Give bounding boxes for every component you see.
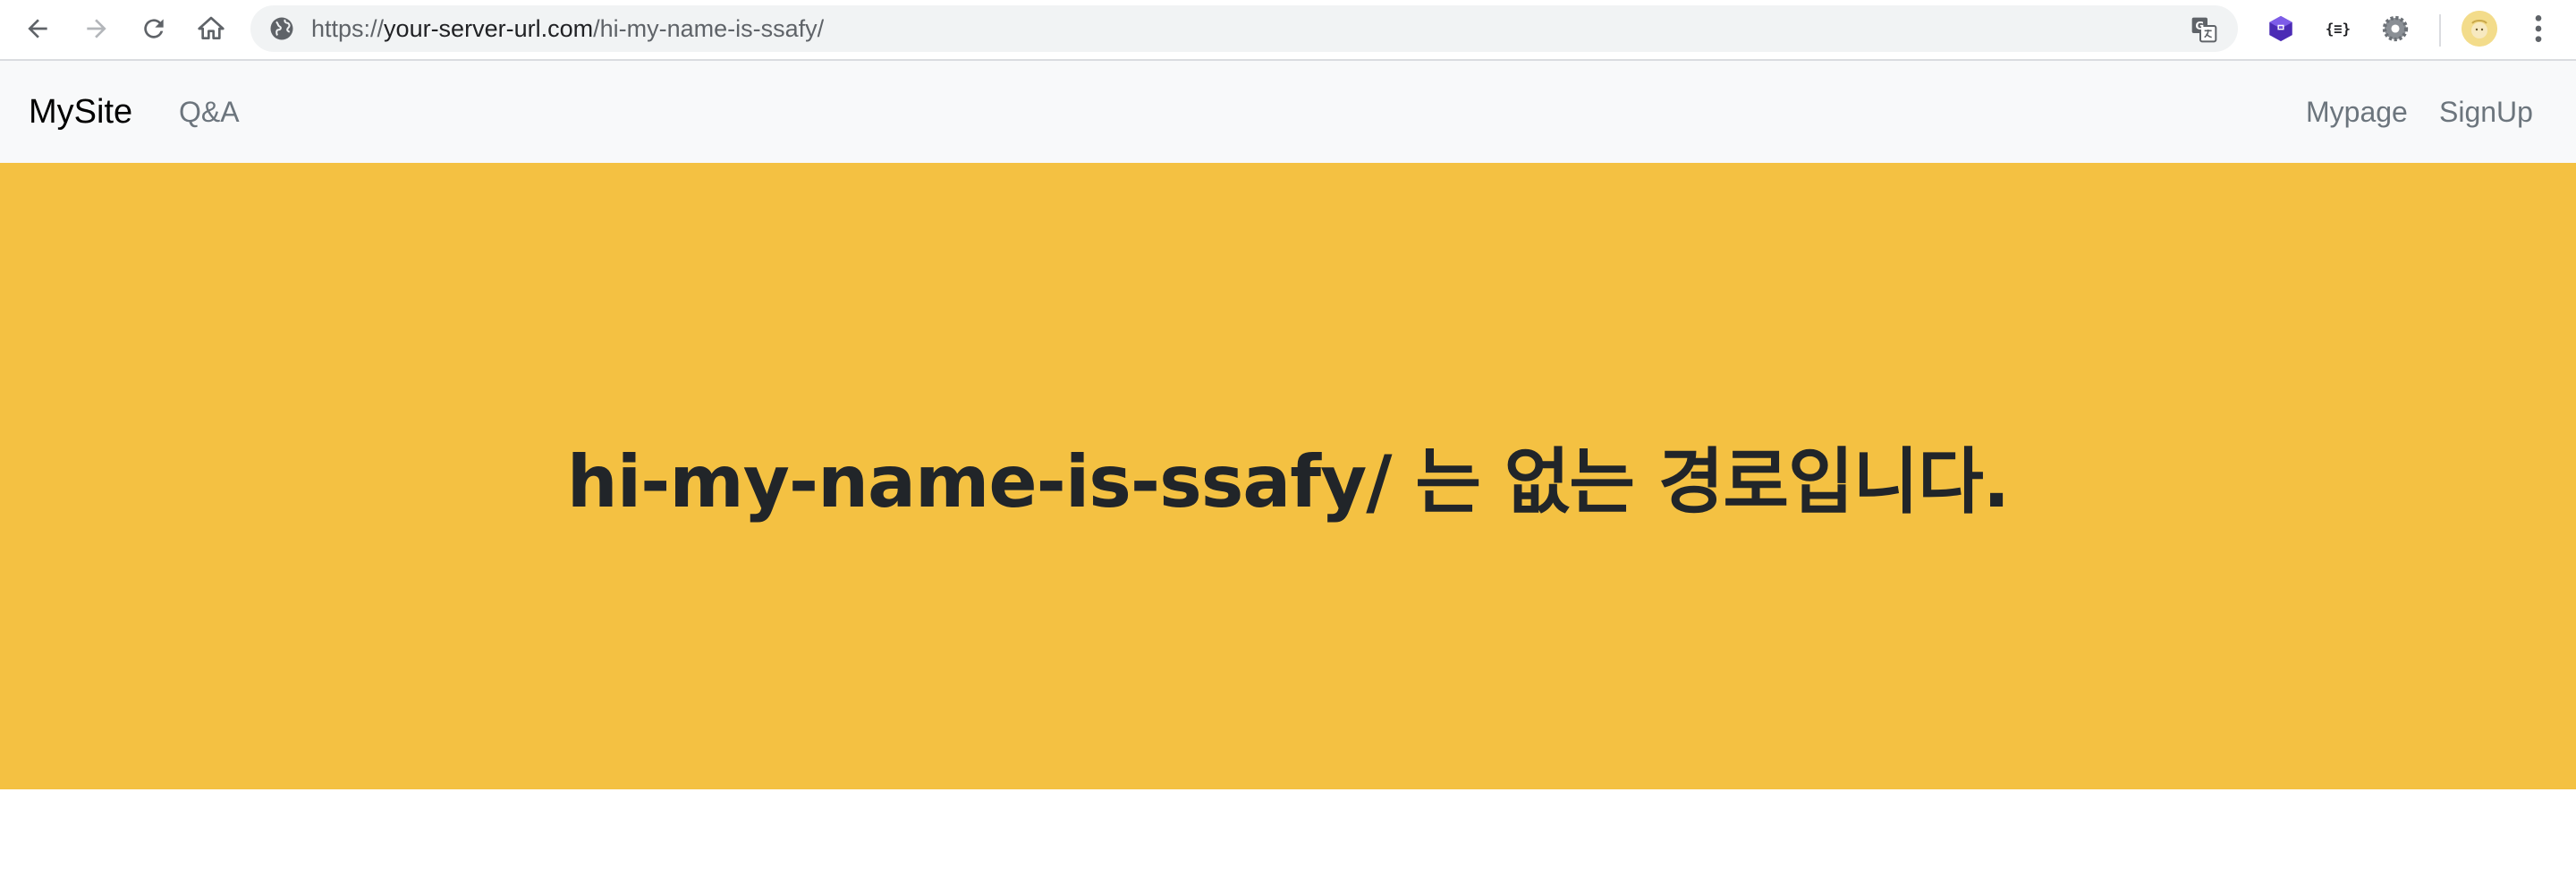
nav-link-qa[interactable]: Q&A: [179, 61, 240, 163]
json-extension-button[interactable]: {≡}: [2320, 11, 2356, 47]
url-path: /hi-my-name-is-ssafy/: [593, 15, 825, 42]
svg-text:{≡}: {≡}: [2326, 21, 2351, 38]
browser-toolbar: https://your-server-url.com/hi-my-name-i…: [0, 0, 2576, 61]
not-found-banner: hi-my-name-is-ssafy/ 는 없는 경로입니다.: [0, 163, 2576, 789]
site-navbar: MySite Q&A Mypage SignUp: [0, 61, 2576, 163]
kebab-menu-icon[interactable]: [2521, 11, 2556, 47]
svg-text:G: G: [2195, 20, 2204, 32]
gear-extension-button[interactable]: [2377, 11, 2413, 47]
globe-icon[interactable]: [268, 15, 295, 42]
toolbar-divider: [2439, 14, 2441, 47]
home-icon: [198, 16, 225, 39]
gear-extension-icon: [2382, 15, 2409, 42]
profile-avatar[interactable]: [2462, 11, 2497, 47]
json-extension-icon: {≡}: [2326, 21, 2351, 38]
brand-link[interactable]: MySite: [29, 61, 132, 163]
not-found-message: hi-my-name-is-ssafy/ 는 없는 경로입니다.: [566, 440, 2010, 524]
back-button[interactable]: [18, 9, 57, 48]
nav-link-signup[interactable]: SignUp: [2439, 61, 2533, 163]
translate-icon[interactable]: G: [2190, 15, 2218, 44]
profile-avatar-icon: [2462, 11, 2497, 47]
url-host: your-server-url.com: [384, 15, 594, 42]
forward-button[interactable]: [77, 9, 116, 48]
url-text[interactable]: https://your-server-url.com/hi-my-name-i…: [311, 5, 824, 52]
address-bar[interactable]: https://your-server-url.com/hi-my-name-i…: [250, 5, 2238, 52]
cube-extension-icon: [2269, 15, 2292, 42]
reload-button[interactable]: [134, 9, 174, 48]
reload-icon: [144, 19, 164, 38]
home-button[interactable]: [191, 9, 231, 48]
nav-link-mypage[interactable]: Mypage: [2306, 61, 2408, 163]
back-arrow-icon: [28, 19, 47, 38]
cube-extension-button[interactable]: [2263, 11, 2299, 47]
forward-arrow-icon: [87, 19, 106, 38]
url-scheme: https://: [311, 15, 385, 42]
